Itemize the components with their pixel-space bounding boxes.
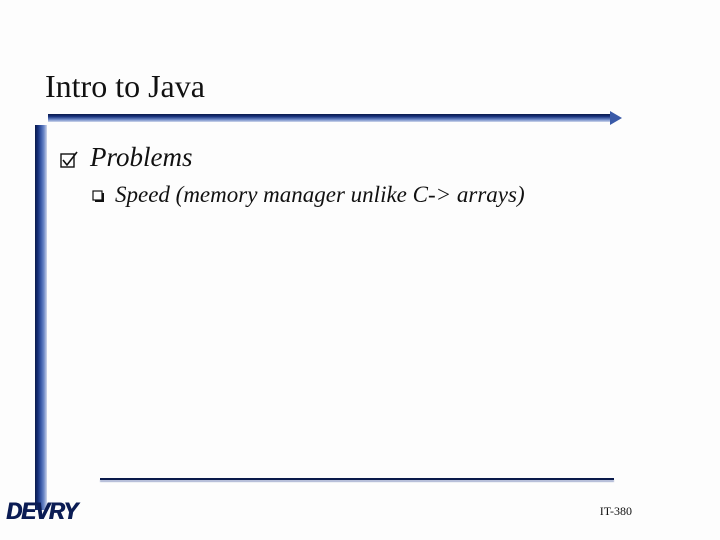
bullet-level1: Problems — [60, 142, 193, 173]
title-underline — [48, 114, 613, 122]
page-number: IT-380 — [600, 504, 632, 519]
box-shadow-icon — [92, 190, 105, 203]
bullet-level2-text: Speed (memory manager unlike C-> arrays) — [115, 182, 525, 208]
checkbox-checked-icon — [60, 151, 78, 169]
slide-title: Intro to Java — [45, 68, 205, 105]
bullet-level1-text: Problems — [90, 142, 193, 173]
footer-underline — [100, 478, 614, 480]
bullet-level2: Speed (memory manager unlike C-> arrays) — [92, 182, 525, 208]
slide: Intro to Java Problems Speed (memory man… — [0, 0, 720, 540]
left-gradient-bar — [35, 125, 47, 510]
brand-logo: DEVRY — [6, 498, 77, 526]
